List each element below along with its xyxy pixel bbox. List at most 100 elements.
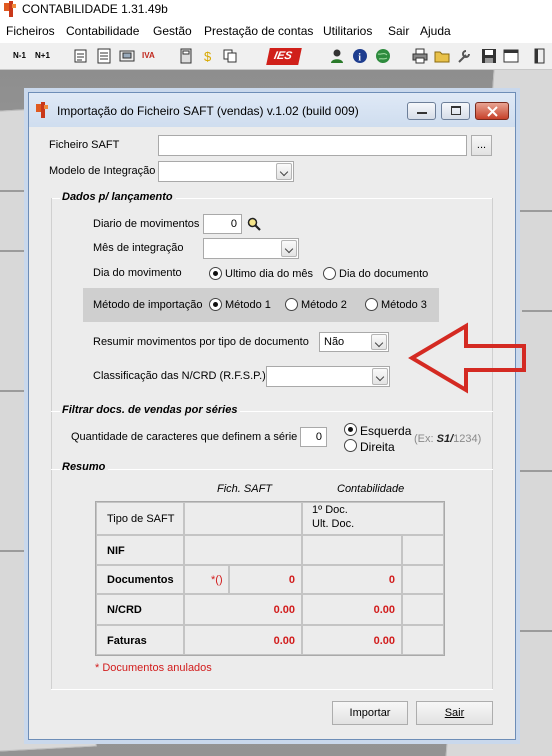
row-documentos-label: Documentos	[107, 574, 174, 586]
table-row: Faturas	[96, 625, 184, 655]
calculator-icon[interactable]	[178, 48, 194, 64]
wrench-icon[interactable]	[456, 48, 472, 64]
footnote-anulados: * Documentos anulados	[95, 662, 212, 674]
metodo-3-label: Método 3	[381, 299, 427, 311]
menu-utilitarios[interactable]: Utilitarios	[323, 24, 372, 38]
qtd-caracteres-label: Quantidade de caracteres que definem a s…	[71, 431, 298, 443]
row-ncrd-label: N/CRD	[107, 604, 142, 616]
close-button[interactable]	[475, 102, 509, 120]
resumo-table: Tipo de SAFT 1º Doc. Ult. Doc. NIF Docum…	[95, 501, 445, 656]
resumo-group-border	[51, 469, 493, 470]
group-left-border	[51, 198, 52, 690]
row-faturas-label: Faturas	[107, 635, 147, 647]
ult-doc-label: Ult. Doc.	[312, 518, 355, 530]
nif-extra-cell	[402, 535, 444, 565]
resumo-group-title: Resumo	[60, 461, 109, 473]
ncrd-extra-cell	[402, 594, 444, 625]
table-row: N/CRD	[96, 594, 184, 625]
anulados-cell: *()	[184, 565, 229, 594]
faturas-contab-cell: 0.00	[302, 625, 402, 655]
mes-integracao-select[interactable]	[203, 238, 299, 259]
menu-gestao[interactable]: Gestão	[153, 24, 192, 38]
sair-button[interactable]: Sair	[416, 701, 493, 725]
search-icon[interactable]	[247, 217, 261, 231]
browse-button[interactable]: ...	[471, 135, 492, 156]
maximize-button[interactable]	[441, 102, 470, 120]
metodo-2-label: Método 2	[301, 299, 347, 311]
ies-button[interactable]: IES	[266, 48, 302, 65]
minimize-button[interactable]	[407, 102, 436, 120]
importar-button[interactable]: Importar	[332, 701, 408, 725]
radio-esquerda[interactable]	[344, 423, 357, 436]
dialog-titlebar[interactable]: Importação do Ficheiro SAFT (vendas) v.1…	[29, 93, 515, 127]
diario-label: Diario de movimentos	[93, 218, 200, 230]
menu-ajuda[interactable]: Ajuda	[420, 24, 451, 38]
save-icon[interactable]	[481, 48, 497, 64]
qtd-caracteres-input[interactable]: 0	[300, 427, 327, 447]
red-arrow-annotation-icon	[408, 322, 526, 394]
radio-ultimo-dia[interactable]	[209, 267, 222, 280]
iva-button[interactable]: IVA	[142, 51, 155, 60]
menu-prestacao-contas[interactable]: Prestação de contas	[204, 24, 313, 38]
year-prev-button[interactable]: N-1	[13, 51, 26, 60]
year-next-button[interactable]: N+1	[35, 51, 50, 60]
svg-text:i: i	[358, 53, 361, 64]
row-nif-label: NIF	[107, 545, 125, 557]
documentos-contab-cell: 0	[302, 565, 402, 594]
ncrd-fich-value: 0.00	[273, 604, 295, 616]
dialog-title: Importação do Ficheiro SAFT (vendas) v.1…	[57, 104, 359, 118]
col-fich-saft: Fich. SAFT	[217, 483, 273, 495]
resumir-label: Resumir movimentos por tipo de documento	[93, 336, 309, 348]
faturas-fich-cell: 0.00	[184, 625, 302, 655]
modelo-integracao-label: Modelo de Integração	[49, 165, 156, 177]
group-right-border	[492, 198, 493, 690]
documentos-fich-value: 0	[288, 574, 295, 586]
toolbar: N-1 N+1 IVA $ IES i	[0, 43, 552, 70]
app-titlebar: CONTABILIDADE 1.31.49b	[0, 0, 552, 19]
open-folder-icon[interactable]	[434, 48, 450, 64]
anulados-mark: *()	[211, 574, 223, 586]
col-contabilidade: Contabilidade	[337, 483, 405, 495]
printer-icon[interactable]	[412, 48, 428, 64]
menu-bar: Ficheiros Contabilidade Gestão Prestação…	[0, 19, 552, 43]
info-icon[interactable]: i	[352, 48, 368, 64]
chevron-down-icon	[371, 334, 387, 350]
radio-dia-documento[interactable]	[323, 267, 336, 280]
radio-direita[interactable]	[344, 439, 357, 452]
document-icon[interactable]	[96, 48, 112, 64]
chevron-down-icon	[281, 240, 297, 257]
dia-documento-label: Dia do documento	[339, 268, 429, 280]
table-row: NIF	[96, 535, 184, 565]
edit-doc-icon[interactable]	[73, 48, 89, 64]
user-icon[interactable]	[329, 48, 345, 64]
modelo-integracao-select[interactable]	[158, 161, 294, 182]
globe-icon[interactable]	[375, 48, 391, 64]
diario-input[interactable]: 0	[203, 214, 242, 234]
serie-example: (Ex: S1/1234)	[414, 433, 482, 445]
menu-contabilidade[interactable]: Contabilidade	[66, 24, 139, 38]
documentos-fich-cell: 0	[229, 565, 302, 594]
metodo-1-label: Método 1	[225, 299, 271, 311]
nif-fich-cell	[184, 535, 302, 565]
ncrd-contab-cell: 0.00	[302, 594, 402, 625]
ultimo-dia-label: Ultimo dia do mês	[225, 268, 314, 280]
maximize-icon	[451, 106, 461, 115]
print-preview-icon[interactable]	[119, 48, 135, 64]
menu-sair[interactable]: Sair	[388, 24, 409, 38]
ncrd-contab-value: 0.00	[373, 604, 395, 616]
menu-ficheiros[interactable]: Ficheiros	[6, 24, 55, 38]
window-icon[interactable]	[503, 48, 519, 64]
cell-tipo-fich	[184, 502, 302, 535]
classificacao-select[interactable]	[266, 366, 390, 387]
resumir-select[interactable]: Não	[319, 332, 389, 352]
tipo-saft-label: Tipo de SAFT	[107, 513, 175, 525]
radio-metodo-1[interactable]	[209, 298, 222, 311]
saft-import-dialog: Importação do Ficheiro SAFT (vendas) v.1…	[28, 92, 516, 740]
app-logo-icon	[4, 1, 16, 17]
exit-door-icon[interactable]	[531, 48, 547, 64]
radio-metodo-2[interactable]	[285, 298, 298, 311]
ficheiro-saft-input[interactable]	[158, 135, 467, 156]
money-icon[interactable]: $	[200, 48, 216, 64]
copy-icon[interactable]	[222, 48, 238, 64]
radio-metodo-3[interactable]	[365, 298, 378, 311]
